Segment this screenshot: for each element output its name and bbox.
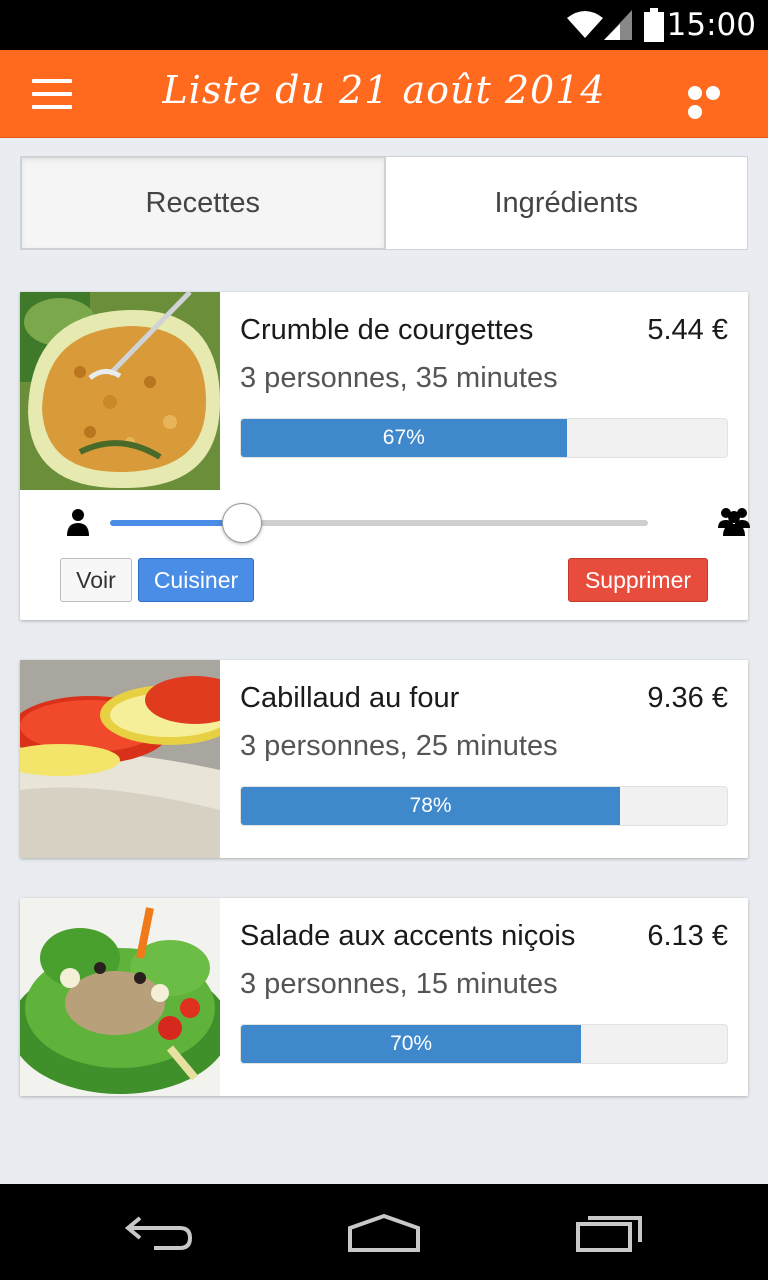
recipe-card[interactable]: Salade aux accents niçois 6.13 € 3 perso… bbox=[20, 898, 748, 1096]
recipe-name: Salade aux accents niçois bbox=[240, 920, 576, 952]
person-icon bbox=[67, 509, 89, 536]
recipe-name: Crumble de courgettes bbox=[240, 314, 534, 346]
slider-handle[interactable] bbox=[221, 503, 262, 543]
recipe-image-salade bbox=[20, 898, 220, 1096]
tab-recettes[interactable]: Recettes bbox=[20, 156, 386, 250]
delete-button[interactable]: Supprimer bbox=[568, 558, 708, 602]
tab-bar: Recettes Ingrédients bbox=[20, 156, 748, 250]
servings-slider[interactable] bbox=[60, 500, 750, 548]
recent-apps-icon[interactable] bbox=[574, 1210, 646, 1254]
overflow-more-icon[interactable] bbox=[688, 86, 738, 119]
tab-ingredients[interactable]: Ingrédients bbox=[385, 156, 748, 250]
clock: 15:00 bbox=[666, 7, 756, 43]
recipe-meta: 3 personnes, 35 minutes bbox=[240, 362, 558, 394]
recipe-price: 6.13 € bbox=[647, 920, 728, 952]
app-bar: Liste du 21 août 2014 bbox=[0, 50, 768, 138]
wifi-icon bbox=[567, 11, 603, 38]
group-icon bbox=[718, 508, 750, 536]
recipe-card[interactable]: Crumble de courgettes 5.44 € 3 personnes… bbox=[20, 292, 750, 620]
status-bar: 15:00 bbox=[0, 0, 768, 50]
recipe-image-crumble bbox=[20, 292, 220, 490]
recipe-progress-bar: 67% bbox=[240, 418, 728, 458]
recipe-name: Cabillaud au four bbox=[240, 682, 460, 714]
page-title: Liste du 21 août 2014 bbox=[162, 68, 606, 112]
home-icon[interactable] bbox=[346, 1210, 422, 1254]
recipe-image-cabillaud bbox=[20, 660, 220, 858]
signal-icon bbox=[604, 10, 632, 40]
back-icon[interactable] bbox=[124, 1210, 196, 1254]
slider-track[interactable] bbox=[110, 520, 648, 526]
recipe-meta: 3 personnes, 25 minutes bbox=[240, 730, 558, 762]
progress-fill: 78% bbox=[241, 787, 621, 825]
recipe-progress-bar: 78% bbox=[240, 786, 728, 826]
recipe-price: 9.36 € bbox=[647, 682, 728, 714]
cook-button[interactable]: Cuisiner bbox=[138, 558, 254, 602]
recipe-price: 5.44 € bbox=[647, 314, 728, 346]
navigation-bar bbox=[0, 1184, 768, 1280]
recipe-progress-bar: 70% bbox=[240, 1024, 728, 1064]
progress-fill: 70% bbox=[241, 1025, 582, 1063]
battery-icon bbox=[644, 8, 664, 42]
recipe-card[interactable]: Cabillaud au four 9.36 € 3 personnes, 25… bbox=[20, 660, 748, 858]
recipe-meta: 3 personnes, 15 minutes bbox=[240, 968, 558, 1000]
progress-fill: 67% bbox=[241, 419, 567, 457]
view-button[interactable]: Voir bbox=[60, 558, 132, 602]
